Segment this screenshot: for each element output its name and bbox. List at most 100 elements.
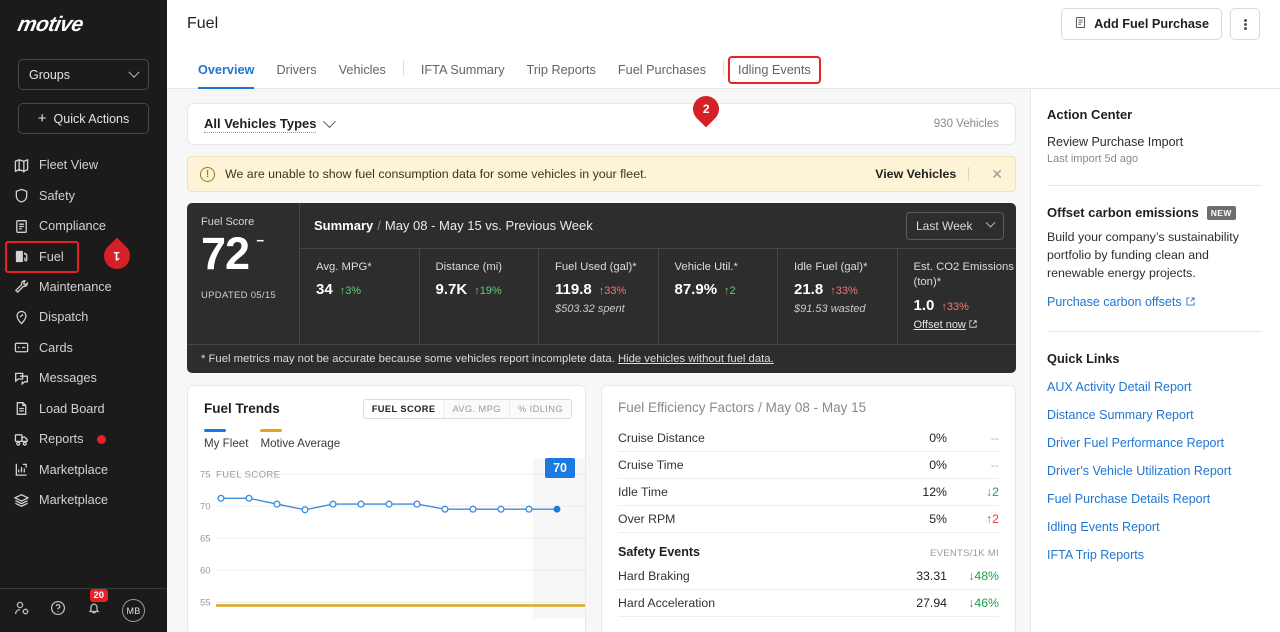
view-vehicles-button[interactable]: View Vehicles: [875, 167, 970, 181]
sidebar-footer: 20 MB: [0, 588, 167, 632]
layers-icon: [14, 493, 29, 508]
groups-selector[interactable]: Groups: [18, 59, 149, 90]
legend-label: My Fleet: [204, 436, 249, 450]
metric-fuel-used: Fuel Used (gal)* 119.8 ↑33% $503.32 spen…: [539, 249, 659, 344]
close-icon[interactable]: ✕: [979, 166, 1003, 183]
summary-title: Summary / May 08 - May 15 vs. Previous Wee…: [314, 218, 593, 233]
segment-fuel-score[interactable]: FUEL SCORE: [363, 399, 445, 418]
sidebar-item-documents[interactable]: Load Board: [0, 394, 167, 425]
svg-text:65: 65: [200, 533, 211, 544]
motive-logo[interactable]: motive: [0, 0, 167, 37]
tab-fuel-purchases[interactable]: Fuel Purchases: [607, 63, 717, 88]
sidebar-item-safety[interactable]: Safety: [0, 181, 167, 212]
offset-carbon-title: Offset carbon emissions: [1047, 205, 1199, 220]
factor-delta: ↑2: [986, 511, 999, 526]
factor-delta: ↓2: [986, 484, 999, 499]
segment-pct-idling[interactable]: % IDLING: [509, 399, 571, 418]
main-area: Fuel Add Fuel Purchase Overview Drivers …: [167, 0, 1280, 632]
sidebar-item-cards[interactable]: Cards: [0, 333, 167, 364]
quick-actions-button[interactable]: + Quick Actions: [18, 103, 149, 134]
sidebar-item-maintenance[interactable]: Maintenance: [0, 272, 167, 303]
load-board-notification-dot: [97, 434, 107, 444]
week-selector[interactable]: Last Week: [906, 211, 1004, 240]
fuel-efficiency-factors-card: Fuel Efficiency Factors / May 08 - May 1…: [601, 384, 1016, 632]
factor-name: Hard Acceleration: [618, 595, 716, 610]
sidebar-item-marketplace[interactable]: Marketplace: [0, 485, 167, 516]
quick-link-drivers-vehicle-utilization-report[interactable]: Driver's Vehicle Utilization Report: [1047, 464, 1262, 478]
receipt-icon: [1074, 16, 1087, 32]
tab-divider: [723, 60, 725, 76]
factor-name: Cruise Time: [618, 457, 684, 472]
last-import-text: Last import 5d ago: [1047, 153, 1139, 165]
avatar[interactable]: MB: [122, 599, 145, 622]
factors-date-range: / May 08 - May 15: [758, 399, 867, 415]
metric-distance: Distance (mi) 9.7K ↑19%: [420, 249, 539, 344]
sidebar-item-label: Safety: [39, 188, 75, 203]
add-fuel-purchase-button[interactable]: Add Fuel Purchase: [1061, 8, 1222, 40]
offset-now-link[interactable]: Offset now: [914, 319, 977, 331]
chevron-down-icon: [323, 114, 337, 128]
page-title: Fuel: [187, 15, 219, 32]
tab-overview[interactable]: Overview: [187, 63, 265, 89]
top-bar: Fuel Add Fuel Purchase: [167, 0, 1280, 48]
warning-icon: !: [200, 166, 215, 182]
svg-text:60: 60: [200, 565, 211, 576]
fuel-score-value: 72 --: [201, 230, 264, 277]
fuel-trends-chart[interactable]: 75 FUEL SCORE 70 65 60 55 70: [188, 457, 585, 618]
chat-icon: [14, 371, 29, 386]
content-area: All Vehicles Types 930 Vehicles ! We are…: [167, 89, 1280, 632]
more-options-button[interactable]: [1230, 8, 1260, 40]
review-purchase-import-item[interactable]: Review Purchase Import: [1047, 135, 1262, 149]
fuel-score-label: Fuel Score: [201, 216, 255, 228]
tab-ifta-summary[interactable]: IFTA Summary: [410, 63, 516, 88]
tab-trip-reports[interactable]: Trip Reports: [516, 63, 607, 88]
vehicle-type-filter[interactable]: All Vehicles Types: [204, 114, 337, 133]
external-link-icon: [969, 319, 977, 331]
groups-label: Groups: [29, 67, 70, 82]
left-column: All Vehicles Types 930 Vehicles ! We are…: [167, 89, 1030, 632]
metric-delta: ↑2: [724, 285, 736, 298]
sidebar-item-compliance[interactable]: Compliance: [0, 211, 167, 242]
fuel-trends-title: Fuel Trends: [204, 401, 280, 416]
factor-value: 5%: [929, 511, 947, 526]
tab-drivers[interactable]: Drivers: [265, 63, 327, 88]
quick-link-idling-events-report[interactable]: Idling Events Report: [1047, 520, 1262, 534]
summary-title-label: Summary: [314, 218, 374, 233]
quick-link-driver-fuel-performance-report[interactable]: Driver Fuel Performance Report: [1047, 436, 1262, 450]
segment-avg-mpg[interactable]: AVG. MPG: [444, 399, 510, 418]
tab-vehicles[interactable]: Vehicles: [328, 63, 397, 88]
sidebar-item-label: Load Board: [39, 401, 105, 416]
quick-link-aux-activity-detail-report[interactable]: AUX Activity Detail Report: [1047, 380, 1262, 394]
metric-label: Est. CO2 Emissions (ton)*: [913, 261, 1014, 289]
notifications-bell[interactable]: 20: [86, 589, 108, 621]
sidebar-item-fleet-view[interactable]: Fleet View: [0, 150, 167, 181]
week-selector-label: Last Week: [916, 218, 973, 233]
sidebar-item-label: Maintenance: [39, 279, 112, 294]
purchase-carbon-offsets-link[interactable]: Purchase carbon offsets: [1047, 295, 1195, 309]
truck-icon: [14, 432, 29, 447]
quick-link-fuel-purchase-details-report[interactable]: Fuel Purchase Details Report: [1047, 492, 1262, 506]
sidebar-nav: Fleet View Safety Compliance Fuel Mainte…: [0, 150, 167, 516]
metric-value: 1.0: [913, 296, 935, 314]
metric-value: 34: [316, 281, 333, 299]
help-icon[interactable]: [50, 600, 66, 621]
sidebar-item-label: Marketplace: [39, 493, 109, 508]
trends-metric-toggle: FUEL SCORE AVG. MPG % IDLING: [362, 398, 572, 419]
factors-title-label: Fuel Efficiency Factors: [618, 399, 755, 415]
sidebar-item-fuel[interactable]: Fuel: [5, 240, 79, 273]
quick-link-distance-summary-report[interactable]: Distance Summary Report: [1047, 408, 1262, 422]
vehicle-type-label: All Vehicles Types: [204, 115, 317, 133]
sidebar-item-messages[interactable]: Messages: [0, 363, 167, 394]
quick-link-ifta-trip-reports[interactable]: IFTA Trip Reports: [1047, 548, 1262, 562]
sidebar-item-load-board[interactable]: Reports: [0, 424, 167, 455]
sidebar-item-reports[interactable]: Marketplace: [0, 455, 167, 486]
safety-events-title: Safety Events: [618, 544, 700, 559]
hide-vehicles-link[interactable]: Hide vehicles without fuel data.: [618, 353, 774, 365]
sidebar-item-dispatch[interactable]: Dispatch: [0, 302, 167, 333]
factor-name: Idle Time: [618, 484, 668, 499]
user-settings-icon[interactable]: [14, 600, 30, 621]
factor-value: 12%: [922, 484, 947, 499]
summary-range: May 08 - May 15 vs. Previous Week: [384, 218, 593, 233]
chart-legend: My Fleet Motive Average: [188, 419, 585, 450]
tab-idling-events[interactable]: Idling Events: [728, 56, 821, 84]
